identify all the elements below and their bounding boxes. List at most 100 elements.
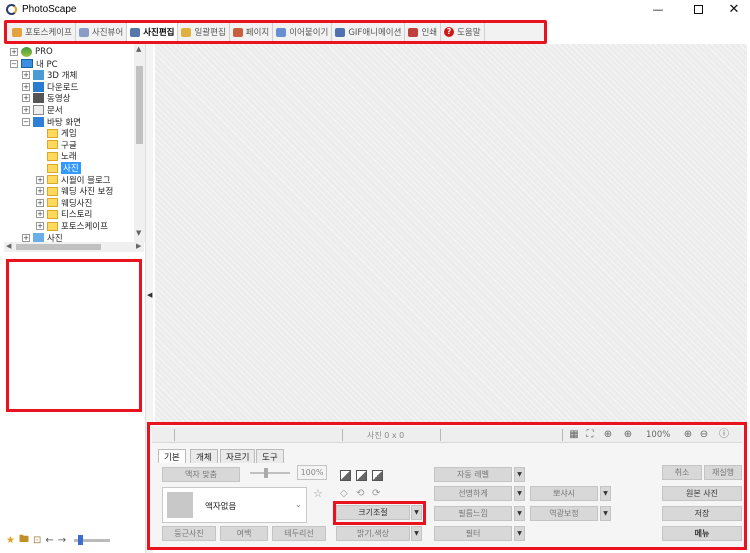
favorite-frame-star-icon[interactable]: ☆ [313, 487, 323, 500]
tree-vertical-scrollbar[interactable]: ▲ ▼ [134, 44, 145, 242]
fit-screen-icon[interactable]: ⛶ [584, 429, 596, 441]
frame-percent-field[interactable]: 100% [297, 465, 327, 480]
film-effect-button[interactable]: 필름느낌 [434, 506, 512, 521]
actual-size-icon[interactable]: ⊕ [602, 429, 614, 441]
filter-dropdown-arrow[interactable]: ▼ [514, 526, 525, 541]
tree-item[interactable]: + 문서 [22, 104, 63, 116]
sharpen-dropdown-arrow[interactable]: ▼ [514, 486, 525, 501]
photo-canvas[interactable] [155, 44, 747, 422]
tab-viewer[interactable]: 사진뷰어 [76, 23, 128, 41]
scroll-left-icon[interactable]: ◀ [6, 242, 11, 250]
frame-line-button[interactable]: 테두리선 [272, 526, 326, 541]
brightness-dropdown-arrow[interactable]: ▼ [411, 526, 422, 541]
brightness-color-button[interactable]: 밝기,색상 [336, 526, 410, 541]
scrollbar-thumb-h[interactable] [16, 244, 101, 250]
tree-horizontal-scrollbar[interactable]: ◀ ▶ [4, 242, 144, 252]
tree-item[interactable]: + 웨딩 사진 보정 [36, 185, 113, 197]
zoom-out-icon[interactable]: ⊖ [698, 429, 710, 441]
expand-icon[interactable]: + [36, 222, 44, 230]
auto-level-button[interactable]: 자동 레벨 [434, 467, 512, 482]
chevron-down-icon[interactable]: ⌄ [295, 500, 302, 509]
forward-arrow-icon[interactable]: → [58, 535, 66, 546]
original-photo-button[interactable]: 원본 사진 [662, 486, 742, 501]
subtab-object[interactable]: 개체 [190, 449, 218, 463]
redo-button[interactable]: 재실행 [704, 465, 742, 480]
tree-item[interactable]: + 포토스케이프 [36, 220, 108, 232]
menu-button[interactable]: 메뉴 [662, 526, 742, 541]
rotate-right-icon[interactable]: ⟳ [372, 488, 380, 499]
shrink-icon[interactable]: ◇ [340, 488, 348, 499]
tree-item[interactable]: + PRO [10, 46, 53, 58]
tree-item[interactable]: 노래 [36, 150, 77, 162]
thumbnail-size-slider[interactable] [74, 534, 111, 545]
frame-size-slider[interactable] [250, 468, 290, 478]
scroll-up-icon[interactable]: ▲ [136, 45, 141, 53]
back-arrow-icon[interactable]: ← [45, 535, 53, 546]
tab-combine[interactable]: 이어붙이기 [273, 23, 333, 41]
round-photo-button[interactable]: 둥근사진 [162, 526, 216, 541]
expand-icon[interactable]: + [22, 233, 30, 242]
slider-thumb[interactable] [78, 534, 84, 545]
shape-style-3-icon[interactable] [372, 470, 383, 481]
transparency-grid-icon[interactable]: ▦ [568, 429, 580, 441]
shape-style-2-icon[interactable] [356, 470, 367, 481]
tree-item[interactable]: − 내 PC [10, 58, 58, 70]
scrollbar-thumb[interactable] [136, 66, 143, 144]
tree-item[interactable]: + 티스토리 [36, 208, 92, 220]
favorite-star-icon[interactable]: ★ [6, 535, 15, 546]
tab-print[interactable]: 인쇄 [405, 23, 442, 41]
tree-item[interactable]: +3D 개체 [22, 69, 77, 81]
tab-photoscape[interactable]: 포토스케이프 [9, 23, 76, 41]
minimize-button[interactable]: — [640, 1, 676, 19]
bloom-button[interactable]: 뽀샤시 [530, 486, 598, 501]
rotate-left-icon[interactable]: ⟲ [356, 488, 364, 499]
folder-tree[interactable]: + PRO − 내 PC +3D 개체 + 다운로드 + 동영상 + 문서 − 바탕 화면 게임 구글 노래 사… [4, 44, 144, 242]
expand-icon[interactable]: + [36, 198, 44, 207]
tree-item[interactable]: − 바탕 화면 [22, 116, 81, 128]
margin-button[interactable]: 여백 [220, 526, 268, 541]
favorite-folder-icon[interactable]: 🖿 [19, 532, 29, 549]
tree-item[interactable]: + 다운로드 [22, 81, 78, 93]
tree-item[interactable]: 게임 [36, 127, 77, 139]
expand-icon[interactable]: + [22, 82, 30, 91]
backlight-dropdown-arrow[interactable]: ▼ [600, 506, 611, 521]
tree-item[interactable]: + 사진 [22, 232, 63, 242]
expand-icon[interactable]: + [10, 48, 18, 56]
tree-item[interactable]: + 웨딩사진 [36, 197, 92, 209]
tab-page[interactable]: 페이지 [230, 23, 274, 41]
cancel-button[interactable]: 취소 [662, 465, 702, 480]
tree-item[interactable]: 구글 [36, 139, 77, 151]
tree-item[interactable]: + 시월이 블로그 [36, 174, 111, 186]
expand-icon[interactable]: + [22, 71, 30, 80]
subtab-tools[interactable]: 도구 [256, 449, 284, 463]
backlight-button[interactable]: 역광보정 [530, 506, 598, 521]
scroll-right-icon[interactable]: ▶ [136, 242, 141, 250]
frame-fit-button[interactable]: 액자 맞춤 [162, 467, 240, 482]
info-icon[interactable]: ⓘ [718, 429, 730, 441]
filter-button[interactable]: 필터 [434, 526, 512, 541]
tab-batch[interactable]: 일괄편집 [178, 23, 230, 41]
expand-icon[interactable]: + [36, 175, 44, 184]
zoom-in-icon[interactable]: ⊕ [682, 429, 694, 441]
tab-editor[interactable]: 사진편집 [127, 23, 179, 41]
collapse-panel-icon[interactable]: ◀ [147, 291, 152, 299]
maximize-button[interactable] [680, 1, 716, 19]
shape-style-1-icon[interactable] [340, 470, 351, 481]
collapse-icon[interactable]: − [10, 59, 18, 68]
expand-icon[interactable]: + [22, 94, 30, 103]
zoom-fit-icon[interactable]: ⊕ [622, 429, 634, 441]
expand-icon[interactable]: + [36, 187, 44, 196]
expand-icon[interactable]: + [36, 210, 44, 219]
sharpen-button[interactable]: 선명하게 [434, 486, 512, 501]
subtab-crop[interactable]: 자르기 [220, 449, 256, 463]
tab-gif[interactable]: GIF애니메이션 [332, 23, 406, 41]
collapse-icon[interactable]: − [22, 117, 30, 126]
tree-item[interactable]: 사진 [36, 162, 81, 174]
tab-help[interactable]: ? 도움말 [441, 23, 485, 41]
close-button[interactable]: ✕ [716, 1, 750, 19]
save-button[interactable]: 저장 [662, 506, 742, 521]
slider-thumb[interactable] [264, 468, 268, 478]
subtab-basic[interactable]: 기본 [158, 449, 186, 463]
open-folder-icon[interactable]: ⊡ [33, 535, 41, 546]
bloom-dropdown-arrow[interactable]: ▼ [600, 486, 611, 501]
